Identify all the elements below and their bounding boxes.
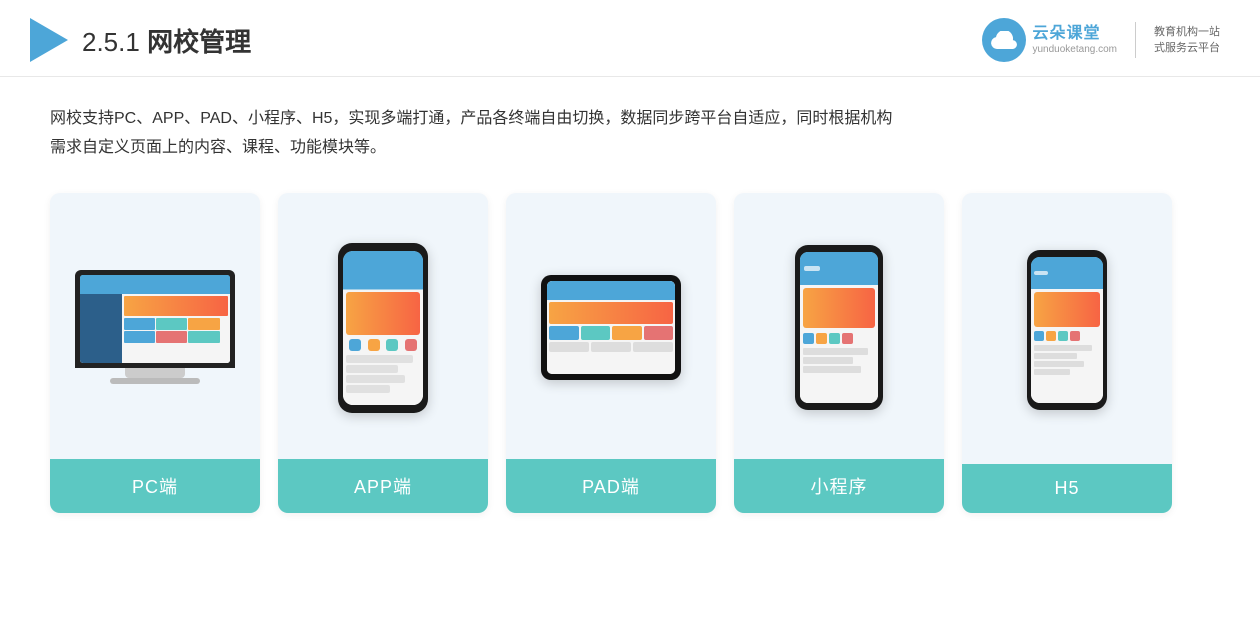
brand-divider (1135, 22, 1136, 58)
card-image-pc (50, 193, 260, 459)
phone-notch (369, 243, 397, 250)
page-title: 2.5.1 网校管理 (82, 22, 251, 59)
description-line2: 需求自定义页面上的内容、课程、功能模块等。 (50, 134, 1210, 163)
header: 2.5.1 网校管理 云朵课堂 yunduoketang.com 教育机构一站 … (0, 0, 1260, 77)
pc-monitor-icon (75, 270, 235, 385)
card-image-pad (506, 193, 716, 459)
card-label-app: APP端 (278, 459, 488, 513)
header-left: 2.5.1 网校管理 (30, 18, 251, 62)
page-container: 2.5.1 网校管理 云朵课堂 yunduoketang.com 教育机构一站 … (0, 0, 1260, 630)
app-phone-icon (338, 243, 428, 413)
card-label-miniprogram: 小程序 (734, 459, 944, 513)
brand-slogan: 教育机构一站 式服务云平台 (1154, 24, 1220, 57)
card-app: APP端 (278, 193, 488, 513)
header-right: 云朵课堂 yunduoketang.com 教育机构一站 式服务云平台 (982, 18, 1220, 62)
logo-triangle-icon (30, 18, 68, 62)
card-pad: PAD端 (506, 193, 716, 513)
wechat-notch (826, 245, 852, 251)
card-h5: H5 (962, 193, 1172, 513)
card-label-h5: H5 (962, 464, 1172, 513)
description: 网校支持PC、APP、PAD、小程序、H5，实现多端打通，产品各终端自由切换，数… (50, 105, 1210, 163)
brand-text: 云朵课堂 yunduoketang.com (1032, 24, 1117, 55)
card-pc: PC端 (50, 193, 260, 513)
pad-tablet-icon (541, 275, 681, 380)
description-line1: 网校支持PC、APP、PAD、小程序、H5，实现多端打通，产品各终端自由切换，数… (50, 105, 1210, 134)
card-miniprogram: 小程序 (734, 193, 944, 513)
cards-row: PC端 (50, 193, 1210, 513)
card-label-pad: PAD端 (506, 459, 716, 513)
cloud-icon (982, 18, 1026, 62)
card-image-app (278, 193, 488, 459)
card-image-miniprogram (734, 193, 944, 459)
card-label-pc: PC端 (50, 459, 260, 513)
cloud-svg (991, 31, 1017, 49)
main-content: 网校支持PC、APP、PAD、小程序、H5，实现多端打通，产品各终端自由切换，数… (0, 77, 1260, 533)
mini-phone-notch (1055, 250, 1079, 256)
h5-phone-icon (1027, 250, 1107, 410)
card-image-h5 (962, 193, 1172, 464)
brand-logo: 云朵课堂 yunduoketang.com (982, 18, 1117, 62)
wechat-phone-icon (795, 245, 883, 410)
